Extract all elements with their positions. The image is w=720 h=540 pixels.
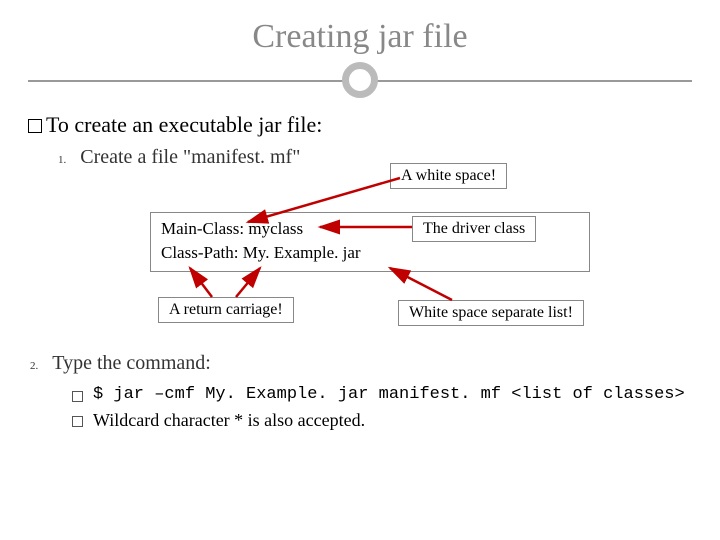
callout-return-carriage: A return carriage! [158,297,294,323]
callout-white-space: A white space! [390,163,507,189]
step-number-2: 2. [30,360,38,372]
step-2: 2. Type the command: [30,352,692,375]
step-number-1: 1. [58,154,66,166]
callout-driver-class: The driver class [412,216,536,242]
slide-title: Creating jar file [28,18,692,56]
callout-sep-list: White space separate list! [398,300,584,326]
command-line-item: $ jar –cmf My. Example. jar manifest. mf… [72,385,692,404]
manifest-line-2: Class-Path: My. Example. jar [161,241,579,265]
intro-text: To create an executable jar file: [46,112,322,137]
square-bullet-icon [72,391,83,402]
wildcard-text: Wildcard character * is also accepted. [93,410,365,431]
intro-bullet: To create an executable jar file: [28,112,692,138]
square-bullet-icon [72,416,83,427]
step-2-text: Type the command: [52,352,211,375]
wildcard-note-item: Wildcard character * is also accepted. [72,410,692,431]
command-text: $ jar –cmf My. Example. jar manifest. mf… [93,385,685,404]
step-1: 1. Create a file "manifest. mf" [58,146,692,169]
title-divider [28,62,692,102]
step-1-text: Create a file "manifest. mf" [80,146,300,169]
square-bullet-icon [28,119,42,133]
